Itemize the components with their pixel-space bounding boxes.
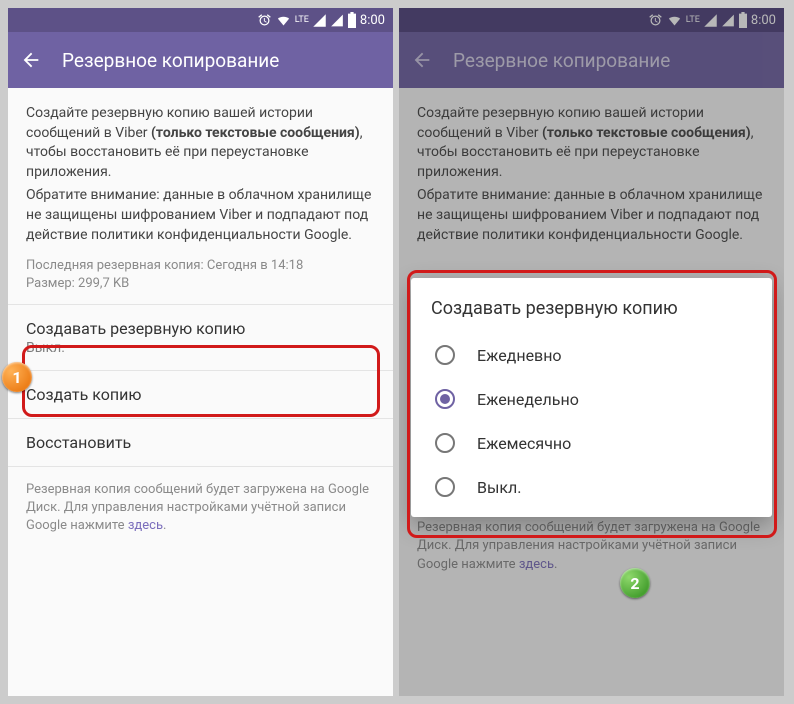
screen-left: LTE 8:00 Резервное копирование Создайте …: [8, 8, 393, 696]
signal-icon-2: [330, 13, 344, 28]
auto-backup-item[interactable]: Создавать резервную копию Выкл.: [8, 304, 393, 371]
arrow-left-icon: [20, 49, 42, 71]
backup-size: Размер: 299,7 KB: [26, 275, 375, 293]
option-off[interactable]: Выкл.: [431, 465, 762, 509]
settings-link[interactable]: здесь: [128, 518, 163, 533]
battery-icon: [347, 12, 357, 28]
radio-icon: [435, 433, 455, 453]
annotation-badge-1: 1: [2, 362, 32, 392]
lte-label: LTE: [295, 15, 309, 25]
alarm-icon: [257, 13, 272, 28]
dialog-title: Создавать резервную копию: [431, 298, 762, 319]
wifi-icon: [275, 13, 292, 28]
app-bar: Резервное копирование: [8, 32, 393, 88]
option-daily[interactable]: Ежедневно: [431, 333, 762, 377]
back-button[interactable]: [20, 49, 42, 71]
backup-frequency-dialog: Создавать резервную копию Ежедневно Ежен…: [411, 278, 772, 517]
option-weekly[interactable]: Еженедельно: [431, 377, 762, 421]
status-bar: LTE 8:00: [8, 8, 393, 32]
radio-icon-selected: [435, 389, 455, 409]
footer-note: Резервная копия сообщений будет загружен…: [8, 467, 393, 550]
radio-icon: [435, 345, 455, 365]
screen-right: LTE 8:00 Резервное копирование Создайте …: [399, 8, 784, 696]
clock: 8:00: [360, 13, 385, 28]
annotation-badge-2: 2: [620, 568, 650, 598]
backup-now-item[interactable]: Создать копию: [8, 371, 393, 419]
option-monthly[interactable]: Ежемесячно: [431, 421, 762, 465]
restore-item[interactable]: Восстановить: [8, 419, 393, 467]
signal-icon: [312, 13, 327, 28]
radio-icon: [435, 477, 455, 497]
last-backup: Последняя резервная копия: Сегодня в 14:…: [26, 257, 375, 275]
description: Создайте резервную копию вашей истории с…: [8, 88, 393, 294]
page-title: Резервное копирование: [62, 49, 279, 72]
